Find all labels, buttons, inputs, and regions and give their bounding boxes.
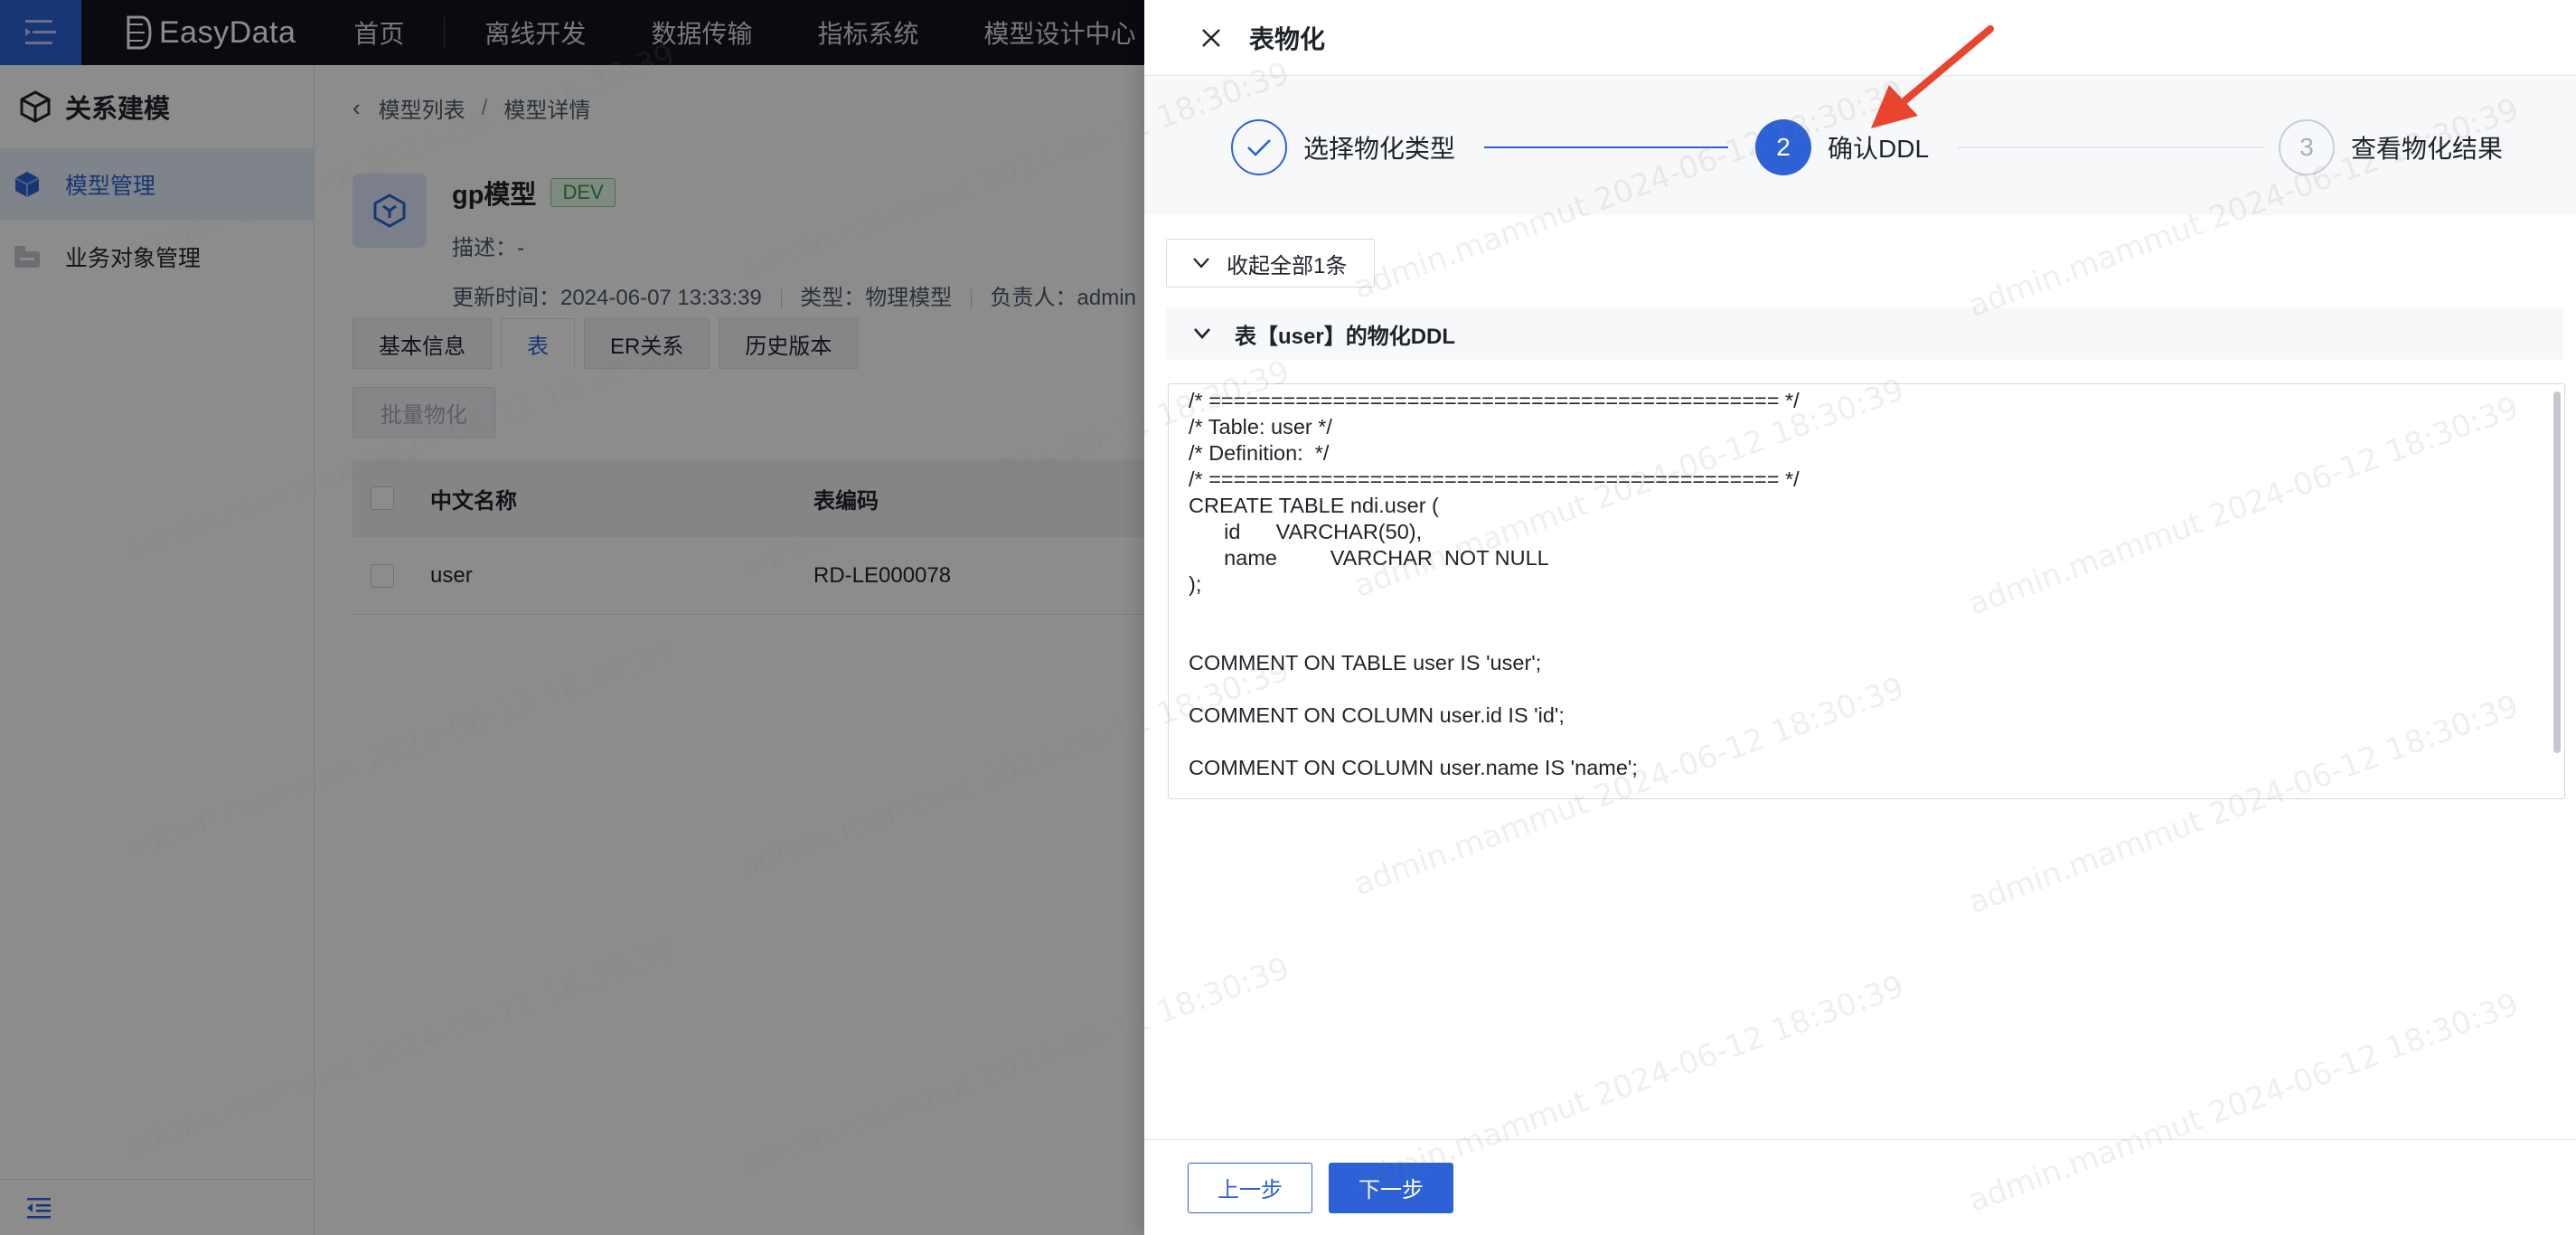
drawer-header: 表物化 xyxy=(1144,0,2576,76)
step-view-result: 3 查看物化结果 xyxy=(2279,119,2503,175)
ddl-line: ); xyxy=(1189,572,1202,596)
ddl-line: /* =====================================… xyxy=(1189,389,1800,412)
ddl-line: name VARCHAR NOT NULL xyxy=(1189,546,1549,570)
materialize-drawer: 表物化 选择物化类型 2 确认DDL 3 查看物化结果 收起全部1条 表【use… xyxy=(1144,0,2576,1235)
annotation-arrow-icon xyxy=(1871,25,1994,128)
step-connector-done xyxy=(1484,146,1728,148)
ddl-line: /* =====================================… xyxy=(1189,467,1800,491)
stepper: 选择物化类型 2 确认DDL 3 查看物化结果 xyxy=(1144,76,2576,215)
check-icon xyxy=(1231,119,1287,175)
ddl-line xyxy=(1189,729,2544,755)
collapse-all-button[interactable]: 收起全部1条 xyxy=(1166,239,1376,288)
step-select-type: 选择物化类型 xyxy=(1231,119,1455,175)
ddl-line: /* Definition: */ xyxy=(1189,441,1330,465)
step-label: 查看物化结果 xyxy=(2351,135,2504,163)
drawer-footer: 上一步 下一步 xyxy=(1144,1139,2576,1235)
ddl-line: id VARCHAR(50), xyxy=(1189,520,1423,543)
step-label: 确认DDL xyxy=(1828,135,1930,163)
modal-backdrop[interactable] xyxy=(0,0,1144,1235)
step-number: 2 xyxy=(1755,119,1811,175)
ddl-line: COMMENT ON COLUMN user.name IS 'name'; xyxy=(1189,756,1638,779)
ddl-line: COMMENT ON TABLE user IS 'user'; xyxy=(1189,651,1542,674)
ddl-line xyxy=(1189,676,2544,702)
previous-step-button[interactable]: 上一步 xyxy=(1188,1162,1312,1213)
ddl-editor[interactable]: /* =====================================… xyxy=(1168,383,2565,799)
ddl-line xyxy=(1189,598,2544,624)
ddl-panel-header[interactable]: 表【user】的物化DDL xyxy=(1166,307,2563,360)
chevron-down-icon xyxy=(1194,328,1210,339)
ddl-line xyxy=(1189,624,2544,650)
ddl-line: CREATE TABLE ndi.user ( xyxy=(1189,494,1439,517)
drawer-title: 表物化 xyxy=(1249,24,1326,53)
ddl-line: COMMENT ON COLUMN user.id IS 'id'; xyxy=(1189,703,1565,727)
step-number: 3 xyxy=(2279,119,2335,175)
close-icon[interactable] xyxy=(1200,27,1222,49)
step-label: 选择物化类型 xyxy=(1303,135,1456,163)
ddl-line: /* Table: user */ xyxy=(1189,415,1332,438)
step-connector-pending xyxy=(1958,146,2265,148)
collapse-all-label: 收起全部1条 xyxy=(1227,253,1348,278)
editor-scrollbar[interactable] xyxy=(2553,391,2561,753)
ddl-panel-title: 表【user】的物化DDL xyxy=(1235,324,1456,349)
next-step-button[interactable]: 下一步 xyxy=(1329,1162,1453,1213)
chevron-down-icon xyxy=(1193,258,1209,269)
